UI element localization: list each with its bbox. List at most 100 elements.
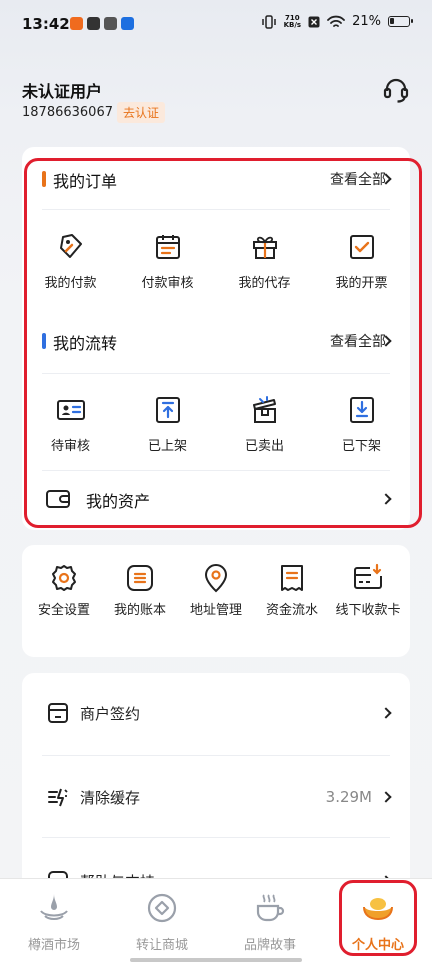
order-item-deposit[interactable]: 我的代存 <box>216 232 313 291</box>
tool-label: 线下收款卡 <box>335 603 401 618</box>
order-item-invoice[interactable]: 我的开票 <box>313 232 410 291</box>
settings-row-label: 清除缓存 <box>80 789 141 807</box>
order-item-review[interactable]: 付款审核 <box>119 232 216 291</box>
chevron-right-icon <box>380 791 392 803</box>
vibrate-icon <box>261 14 276 29</box>
nav-transfer-mall[interactable]: 转让商城 <box>108 879 216 964</box>
circulation-item-listed[interactable]: 已上架 <box>119 395 216 454</box>
nav-profile[interactable]: 个人中心 <box>324 879 432 964</box>
nav-label: 品牌故事 <box>243 938 296 953</box>
id-card-icon <box>56 400 85 420</box>
gear-icon <box>52 565 76 591</box>
wifi-icon <box>327 15 345 27</box>
orders-see-all[interactable]: 查看全部 <box>330 169 386 189</box>
circulation-header[interactable]: 我的流转 查看全部 <box>22 323 410 363</box>
verify-button[interactable]: 去认证 <box>117 102 166 123</box>
assets-row[interactable]: 我的资产 <box>22 481 410 521</box>
circulation-item-label: 已上架 <box>147 439 187 454</box>
nav-label: 个人中心 <box>351 938 404 953</box>
home-indicator[interactable] <box>130 958 302 962</box>
settings-row-cache[interactable]: 清除缓存 3.29M <box>22 757 410 837</box>
open-box-icon <box>252 396 276 423</box>
divider <box>42 470 390 471</box>
settings-card: 商户签约 清除缓存 3.29M 帮助与支持 <box>22 673 410 893</box>
tool-label: 资金流水 <box>265 603 318 618</box>
chevron-right-icon <box>380 493 392 505</box>
orders-header[interactable]: 我的订单 查看全部 <box>22 161 410 201</box>
status-time: 13:42 <box>22 15 70 33</box>
sim-off-icon <box>308 16 320 27</box>
order-item-label: 我的代存 <box>238 276 291 291</box>
circulation-grid: 待审核 已上架 已卖出 已下架 <box>22 395 410 454</box>
orders-card: 我的订单 查看全部 我的付款 付款审核 我的代存 我的开票 我的流转 查看全部 … <box>22 147 410 530</box>
order-item-label: 我的开票 <box>335 276 388 291</box>
app-notification-icon <box>87 17 100 30</box>
cup-icon <box>256 894 285 922</box>
divider <box>42 209 390 210</box>
battery-level: 21% <box>352 14 381 29</box>
checkbox-icon <box>349 235 374 259</box>
network-speed: 710 KB/s <box>283 13 302 29</box>
shop-icon <box>48 703 68 723</box>
tool-label: 安全设置 <box>37 603 90 618</box>
price-tag-icon <box>59 234 82 258</box>
bottle-drop-icon <box>40 894 68 920</box>
chevron-right-icon <box>380 707 392 719</box>
circulation-title: 我的流转 <box>53 334 118 353</box>
app-notification-icon <box>70 17 83 30</box>
circulation-item-label: 已下架 <box>341 439 381 454</box>
circulation-item-sold[interactable]: 已卖出 <box>216 395 313 454</box>
circulation-accent-bar <box>42 333 46 349</box>
circulation-item-label: 已卖出 <box>244 439 284 454</box>
divider <box>42 837 390 838</box>
system-status: 710 KB/s 21% <box>261 13 413 29</box>
nav-label: 樽酒市场 <box>27 938 80 953</box>
circulation-item-delisted[interactable]: 已下架 <box>313 395 410 454</box>
tool-address[interactable]: 地址管理 <box>178 563 254 619</box>
settings-row-merchant[interactable]: 商户签约 <box>22 673 410 753</box>
receipt-icon <box>281 565 303 591</box>
ledger-icon <box>127 565 153 591</box>
status-bar: 13:42 710 KB/s 21% <box>0 0 432 52</box>
ingot-icon <box>363 898 393 921</box>
location-pin-icon <box>204 564 228 593</box>
circulation-item-pending[interactable]: 待审核 <box>22 395 119 454</box>
tools-grid: 安全设置 我的账本 地址管理 资金流水 线下收款卡 <box>22 563 410 619</box>
orders-accent-bar <box>42 171 46 187</box>
tool-security-settings[interactable]: 安全设置 <box>26 563 102 619</box>
upload-box-icon <box>155 397 180 423</box>
cache-size: 3.29M <box>325 788 372 806</box>
nav-label: 转让商城 <box>135 938 188 953</box>
order-item-label: 付款审核 <box>141 276 194 291</box>
bottom-nav: 樽酒市场 转让商城 品牌故事 个人中心 <box>0 878 432 964</box>
battery-icon <box>388 16 413 27</box>
tool-cash-flow[interactable]: 资金流水 <box>254 563 330 619</box>
gift-box-icon <box>252 236 277 259</box>
tool-label: 我的账本 <box>113 603 166 618</box>
divider <box>42 755 390 756</box>
divider <box>42 373 390 374</box>
settings-row-label: 商户签约 <box>80 705 141 723</box>
order-item-label: 我的付款 <box>44 276 97 291</box>
download-box-icon <box>349 397 374 423</box>
circulation-see-all[interactable]: 查看全部 <box>330 331 386 351</box>
notification-icons <box>70 17 134 30</box>
orders-grid: 我的付款 付款审核 我的代存 我的开票 <box>22 232 410 291</box>
nav-market[interactable]: 樽酒市场 <box>0 879 108 964</box>
assets-label: 我的资产 <box>86 492 151 511</box>
tool-ledger[interactable]: 我的账本 <box>102 563 178 619</box>
order-item-payment[interactable]: 我的付款 <box>22 232 119 291</box>
tools-card: 安全设置 我的账本 地址管理 资金流水 线下收款卡 <box>22 545 410 657</box>
nav-brand-story[interactable]: 品牌故事 <box>216 879 324 964</box>
wallet-icon <box>46 490 70 508</box>
transfer-icon <box>147 893 177 923</box>
bank-card-icon <box>354 563 382 589</box>
circulation-item-label: 待审核 <box>50 439 90 454</box>
alipay-notification-icon <box>121 17 134 30</box>
broom-icon <box>48 788 68 807</box>
tool-offline-card[interactable]: 线下收款卡 <box>330 563 406 619</box>
orders-title: 我的订单 <box>53 172 118 191</box>
customer-service-icon[interactable] <box>382 76 410 104</box>
calendar-icon <box>155 235 180 259</box>
user-name: 未认证用户 <box>22 82 103 101</box>
